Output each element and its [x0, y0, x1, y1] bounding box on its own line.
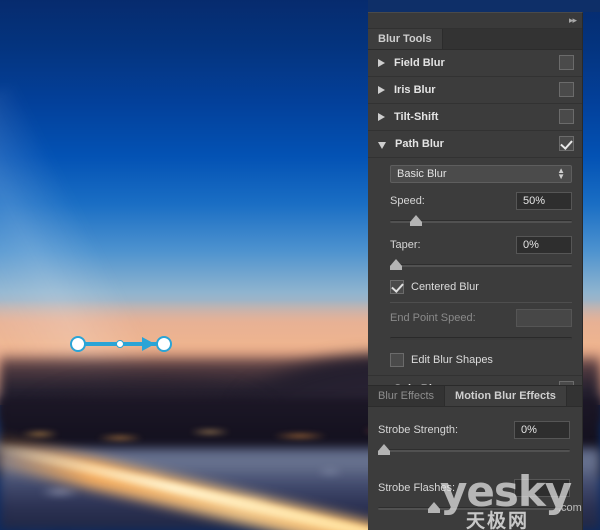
strobe-strength-row: Strobe Strength: 0% — [378, 421, 570, 439]
tab-blur-effects[interactable]: Blur Effects — [368, 386, 446, 406]
motion-blur-effects-body: Strobe Strength: 0% Strobe Flashes: — [368, 407, 582, 515]
strobe-flashes-slider[interactable] — [378, 501, 570, 515]
chevron-right-icon[interactable] — [378, 113, 385, 121]
section-header-field-blur[interactable]: Field Blur — [368, 50, 582, 77]
speed-input[interactable]: 50% — [516, 192, 572, 210]
blur-mode-select[interactable]: Basic Blur ▲ ▼ — [390, 165, 572, 183]
path-blur-widget[interactable] — [66, 330, 186, 360]
taper-slider[interactable] — [390, 258, 572, 272]
section-label-field-blur: Field Blur — [394, 57, 445, 69]
strobe-strength-slider-thumb[interactable] — [378, 444, 390, 455]
edit-blur-shapes-label: Edit Blur Shapes — [411, 354, 493, 366]
end-point-speed-row: End Point Speed: — [390, 309, 572, 327]
chevron-right-icon[interactable] — [378, 86, 385, 94]
strobe-flashes-input[interactable] — [514, 479, 570, 497]
end-point-speed-slider — [390, 331, 572, 345]
tab-motion-blur-effects[interactable]: Motion Blur Effects — [445, 386, 567, 406]
effects-panel: Blur Effects Motion Blur Effects Strobe … — [368, 385, 583, 530]
tab-blur-tools[interactable]: Blur Tools — [368, 29, 443, 49]
end-point-speed-label: End Point Speed: — [390, 312, 476, 324]
speed-slider-thumb[interactable] — [410, 215, 423, 226]
section-label-path-blur: Path Blur — [395, 138, 444, 150]
strobe-flashes-group: Strobe Flashes: — [378, 479, 570, 515]
panel-titlebar: ▸▸ — [368, 13, 582, 29]
chevron-right-icon[interactable] — [378, 59, 385, 67]
enable-checkbox-tilt-shift[interactable] — [559, 109, 574, 124]
edit-blur-shapes-row[interactable]: Edit Blur Shapes — [390, 353, 572, 367]
path-blur-mid-handle[interactable] — [116, 340, 124, 348]
section-header-tilt-shift[interactable]: Tilt-Shift — [368, 104, 582, 131]
tabstrip-filler — [442, 29, 582, 49]
taper-slider-track[interactable] — [390, 264, 572, 267]
photoshop-blur-gallery-screen: ▸▸ Blur Tools Field Blur Iris Blur Tilt-… — [0, 0, 600, 530]
end-point-speed-input — [516, 309, 572, 327]
effects-tabstrip: Blur Effects Motion Blur Effects — [368, 386, 582, 407]
strobe-flashes-slider-thumb[interactable] — [427, 502, 440, 513]
chevron-updown-icon: ▲ ▼ — [557, 166, 565, 181]
speed-slider[interactable] — [390, 214, 572, 228]
centered-blur-label: Centered Blur — [411, 281, 479, 293]
speed-row: Speed: 50% — [390, 192, 572, 210]
speed-label: Speed: — [390, 195, 425, 207]
window-top-strip — [368, 0, 600, 12]
strobe-strength-input[interactable]: 0% — [514, 421, 570, 439]
blur-tools-panel: ▸▸ Blur Tools Field Blur Iris Blur Tilt-… — [368, 12, 583, 403]
blur-tools-tabstrip: Blur Tools — [368, 29, 582, 50]
end-point-speed-slider-track — [390, 337, 572, 340]
strobe-flashes-label: Strobe Flashes: — [378, 482, 456, 494]
divider — [390, 302, 572, 303]
taper-input[interactable]: 0% — [516, 236, 572, 254]
chevron-down-icon[interactable] — [378, 141, 386, 149]
enable-checkbox-field-blur[interactable] — [559, 55, 574, 70]
strobe-strength-slider[interactable] — [378, 443, 570, 457]
taper-slider-thumb[interactable] — [390, 259, 402, 270]
path-blur-start-handle[interactable] — [70, 336, 86, 352]
strobe-flashes-row: Strobe Flashes: — [378, 479, 570, 497]
strobe-flashes-slider-track[interactable] — [378, 507, 570, 510]
path-blur-arrow-icon — [142, 337, 155, 351]
strobe-strength-group: Strobe Strength: 0% — [378, 421, 570, 457]
section-label-iris-blur: Iris Blur — [394, 84, 436, 96]
centered-blur-row[interactable]: Centered Blur — [390, 280, 572, 294]
section-header-iris-blur[interactable]: Iris Blur — [368, 77, 582, 104]
enable-checkbox-iris-blur[interactable] — [559, 82, 574, 97]
enable-checkbox-path-blur[interactable] — [559, 136, 574, 151]
effects-tabstrip-filler — [566, 386, 582, 406]
section-label-tilt-shift: Tilt-Shift — [394, 111, 439, 123]
path-blur-body: Basic Blur ▲ ▼ Speed: 50% Taper: 0% Cent… — [368, 158, 582, 376]
strobe-strength-slider-track[interactable] — [378, 449, 570, 452]
taper-row: Taper: 0% — [390, 236, 572, 254]
edit-blur-shapes-checkbox[interactable] — [390, 353, 404, 367]
blur-mode-value: Basic Blur — [397, 168, 447, 180]
collapse-panel-icon[interactable]: ▸▸ — [569, 16, 577, 25]
strobe-strength-label: Strobe Strength: — [378, 424, 459, 436]
taper-label: Taper: — [390, 239, 421, 251]
path-blur-end-handle[interactable] — [156, 336, 172, 352]
centered-blur-checkbox[interactable] — [390, 280, 404, 294]
section-header-path-blur[interactable]: Path Blur — [368, 131, 582, 158]
